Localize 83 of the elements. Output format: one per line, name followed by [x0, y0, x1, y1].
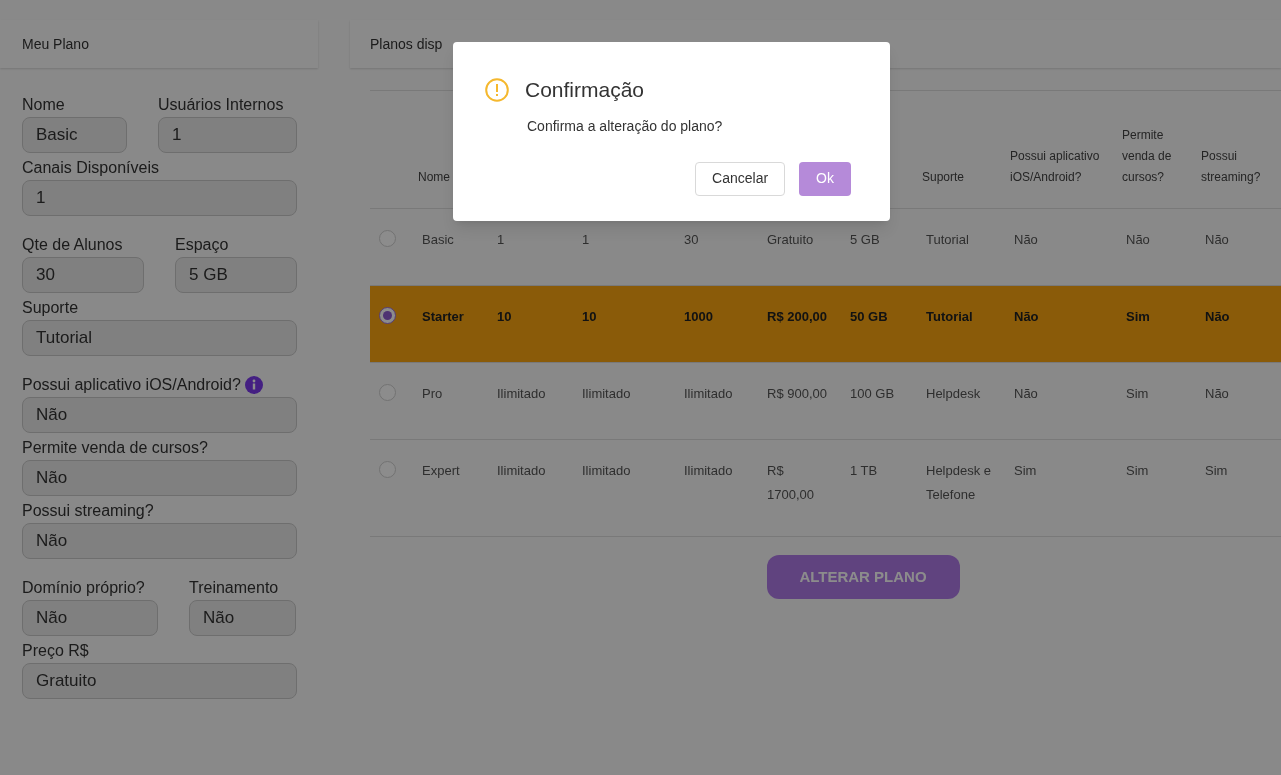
- input-field[interactable]: 1: [158, 117, 297, 153]
- field-label: Domínio próprio?: [22, 578, 145, 598]
- column-header: Possui streaming?: [1201, 148, 1262, 186]
- field-label: Possui aplicativo iOS/Android?: [22, 375, 241, 395]
- table-cell: Ilimitado: [582, 386, 631, 401]
- table-cell: 30: [684, 232, 699, 247]
- field-label: Canais Disponíveis: [22, 158, 159, 178]
- panel-title: Planos disp: [370, 34, 443, 54]
- table-cell: Ilimitado: [684, 386, 733, 401]
- table-cell: R$ 200,00: [767, 309, 827, 324]
- column-header: Nome: [418, 169, 450, 186]
- input-field[interactable]: Não: [22, 460, 297, 496]
- table-cell: Ilimitado: [497, 463, 546, 478]
- field-label: Possui streaming?: [22, 501, 154, 521]
- info-icon[interactable]: [244, 376, 263, 394]
- table-cell: Helpdesk e Telefone: [926, 463, 992, 502]
- warning-icon: [485, 77, 509, 102]
- dialog-title: Confirmação: [525, 77, 645, 103]
- input-field[interactable]: 1: [22, 180, 297, 216]
- table-row[interactable]: Starter 10 10 1000 R$ 200,00 50 GB Tutorial Não Sim Não: [370, 286, 1281, 363]
- radio-button[interactable]: [379, 230, 396, 247]
- table-cell: 1: [582, 232, 590, 247]
- table-cell: 5 GB: [850, 232, 880, 247]
- table-cell: Starter: [422, 309, 464, 324]
- field-label: Espaço: [175, 235, 229, 255]
- field-label: Suporte: [22, 298, 79, 318]
- table-cell: Não: [1205, 386, 1229, 401]
- input-field[interactable]: Não: [22, 600, 158, 636]
- table-cell: Tutorial: [926, 232, 969, 247]
- radio-button[interactable]: [379, 384, 396, 401]
- input-field[interactable]: Gratuito: [22, 663, 297, 699]
- table-cell: Não: [1126, 232, 1150, 247]
- table-cell: 1 TB: [850, 463, 878, 478]
- column-header: Suporte: [922, 169, 965, 186]
- table-cell: Não: [1205, 232, 1229, 247]
- panel-title: Meu Plano: [22, 34, 89, 54]
- table-cell: 100 GB: [850, 386, 895, 401]
- field-label: Nome: [22, 95, 65, 115]
- input-field[interactable]: Basic: [22, 117, 127, 153]
- table-cell: Expert: [422, 463, 460, 478]
- radio-button[interactable]: [379, 307, 396, 324]
- input-field[interactable]: Não: [22, 397, 297, 433]
- table-cell: 10: [582, 309, 597, 324]
- field-label: Treinamento: [189, 578, 279, 598]
- table-cell: 10: [497, 309, 512, 324]
- input-field[interactable]: Não: [189, 600, 296, 636]
- radio-button[interactable]: [379, 461, 396, 478]
- field-label: Usuários Internos: [158, 95, 284, 115]
- table-cell: Não: [1014, 232, 1038, 247]
- input-field[interactable]: 5 GB: [175, 257, 297, 293]
- table-cell: Ilimitado: [684, 463, 733, 478]
- ok-button[interactable]: Ok: [799, 161, 851, 196]
- dialog-message: Confirma a alteração do plano?: [527, 117, 723, 134]
- input-field[interactable]: 30: [22, 257, 144, 293]
- table-cell: Sim: [1014, 463, 1037, 478]
- table-cell: Sim: [1126, 386, 1149, 401]
- table-cell: R$ 1700,00: [767, 463, 814, 502]
- table-cell: Helpdesk: [926, 386, 981, 401]
- table-cell: Não: [1014, 309, 1039, 324]
- cancel-button[interactable]: Cancelar: [695, 161, 786, 196]
- input-field[interactable]: Não: [22, 523, 297, 559]
- table-cell: Não: [1014, 386, 1038, 401]
- field-label: Preço R$: [22, 641, 89, 661]
- table-cell: Ilimitado: [497, 386, 546, 401]
- input-field[interactable]: Tutorial: [22, 320, 297, 356]
- table-cell: 1000: [684, 309, 713, 324]
- table-cell: Basic: [422, 232, 454, 247]
- table-cell: Sim: [1126, 463, 1149, 478]
- column-header: Permite venda de cursos?: [1122, 127, 1173, 186]
- column-header: Possui aplicativo iOS/Android?: [1010, 148, 1101, 186]
- change-plan-button[interactable]: ALTERAR PLANO: [766, 555, 960, 599]
- table-cell: Ilimitado: [582, 463, 631, 478]
- table-cell: Gratuito: [767, 232, 814, 247]
- table-cell: R$ 900,00: [767, 386, 827, 401]
- field-label: Qte de Alunos: [22, 235, 123, 255]
- field-label: Permite venda de cursos?: [22, 438, 208, 458]
- table-cell: 50 GB: [850, 309, 888, 324]
- table-cell: 1: [497, 232, 505, 247]
- table-cell: Tutorial: [926, 309, 973, 324]
- table-cell: Sim: [1126, 309, 1150, 324]
- table-cell: Não: [1205, 309, 1230, 324]
- table-cell: Sim: [1205, 463, 1228, 478]
- table-cell: Pro: [422, 386, 443, 401]
